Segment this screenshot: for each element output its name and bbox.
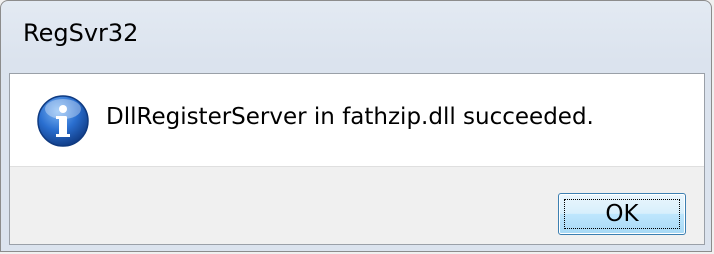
message-text: DllRegisterServer in fathzip.dll succeed… bbox=[106, 104, 594, 130]
title-bar[interactable]: RegSvr32 bbox=[1, 1, 711, 73]
ok-button-label: OK bbox=[605, 201, 639, 227]
info-icon bbox=[37, 95, 89, 147]
dialog-body: DllRegisterServer in fathzip.dll succeed… bbox=[9, 73, 705, 245]
message-area: DllRegisterServer in fathzip.dll succeed… bbox=[10, 74, 704, 166]
button-area: OK bbox=[10, 166, 704, 244]
window-title: RegSvr32 bbox=[23, 19, 139, 47]
ok-button[interactable]: OK bbox=[558, 193, 686, 235]
message-dialog: RegSvr32 DllRegisterServer in fathzip.dl… bbox=[0, 0, 712, 252]
